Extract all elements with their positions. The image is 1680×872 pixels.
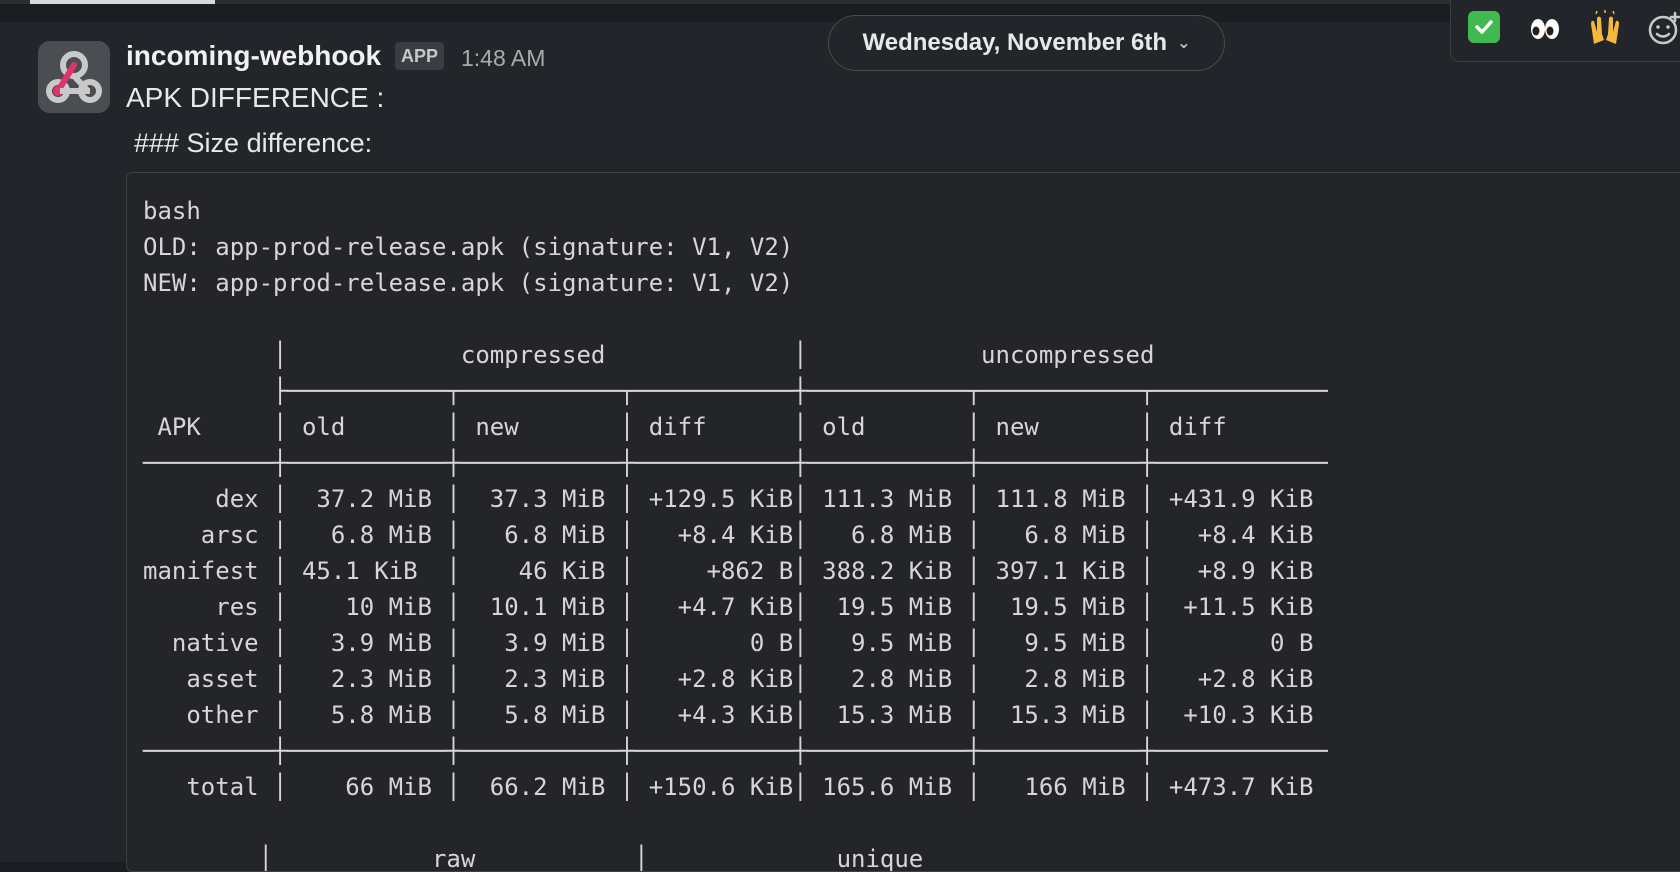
code-block-text: bash OLD: app-prod-release.apk (signatur…: [143, 197, 1328, 872]
date-divider-button[interactable]: Wednesday, November 6th ⌄: [828, 15, 1225, 71]
message-actions-toolbar: [1450, 0, 1680, 62]
message-line-1: APK DIFFERENCE :: [126, 82, 385, 113]
message-timestamp[interactable]: 1:48 AM: [461, 45, 545, 72]
date-divider-label: Wednesday, November 6th: [862, 29, 1168, 56]
message-line-2: ### Size difference:: [134, 128, 373, 158]
webhook-icon: [38, 41, 110, 113]
add-reaction-icon[interactable]: [1645, 10, 1680, 48]
raised-hands-icon[interactable]: [1586, 10, 1624, 48]
chevron-down-icon: ⌄: [1177, 35, 1191, 52]
avatar[interactable]: [38, 41, 110, 113]
sender-name[interactable]: incoming-webhook: [126, 40, 381, 72]
active-tab-indicator: [30, 0, 215, 4]
white-check-mark-icon[interactable]: [1468, 11, 1500, 43]
code-block: bash OLD: app-prod-release.apk (signatur…: [126, 172, 1680, 872]
app-badge: APP: [395, 42, 445, 70]
eyes-icon[interactable]: [1526, 10, 1564, 48]
top-bar: [0, 0, 1680, 4]
